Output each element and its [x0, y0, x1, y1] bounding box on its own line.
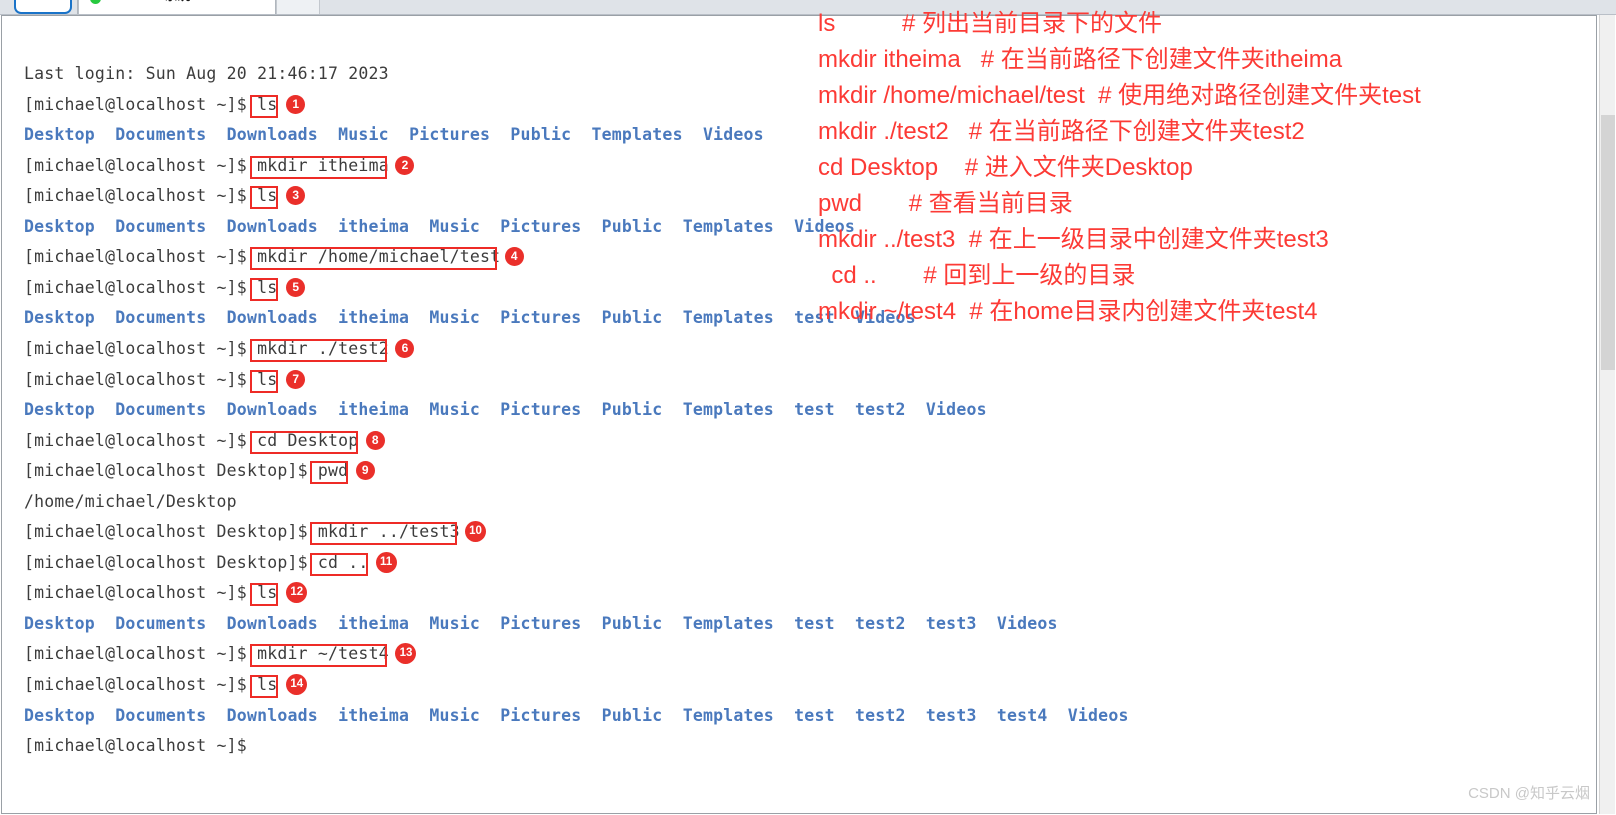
directory-listing-line: Desktop Documents Downloads itheima Musi… — [24, 705, 1129, 725]
command-line: [michael@localhost ~]$ mkdir /home/micha… — [24, 246, 500, 268]
command-line: [michael@localhost ~]$ ls — [24, 185, 277, 207]
directory-listing-line: Desktop Documents Downloads Music Pictur… — [24, 125, 764, 145]
command-line: [michael@localhost Desktop]$ pwd — [24, 460, 348, 482]
shell-prompt: [michael@localhost ~]$ — [24, 430, 258, 450]
step-badge-6: 6 — [395, 338, 415, 358]
annotation-line-8: cd .. # 回到上一级的目录 — [818, 262, 1136, 289]
annotation-line-1: ls # 列出当前目录下的文件 — [818, 10, 1163, 37]
shell-prompt: [michael@localhost ~]$ — [24, 277, 258, 297]
shell-command: pwd — [317, 461, 349, 481]
step-badge-4: 4 — [504, 247, 524, 267]
close-icon[interactable]: × — [250, 0, 257, 3]
shell-command: mkdir ../test3 — [317, 522, 460, 542]
directory-listing-line: Desktop Documents Downloads itheima Musi… — [24, 216, 855, 236]
watermark: CSDN @知乎云烟 — [1468, 785, 1590, 802]
shell-command: cd .. — [317, 552, 369, 572]
shell-command: mkdir itheima — [257, 155, 389, 175]
annotation-line-4: mkdir ./test2 # 在当前路径下创建文件夹test2 — [818, 118, 1305, 145]
shell-command: cd Desktop — [257, 430, 359, 450]
step-badge-10: 10 — [464, 521, 486, 543]
annotation-line-2: mkdir itheima # 在当前路径下创建文件夹itheima — [818, 46, 1343, 73]
directory-listing-line: Desktop Documents Downloads itheima Musi… — [24, 400, 987, 420]
sidebar-toggle-button[interactable] — [14, 0, 72, 14]
command-line: [michael@localhost Desktop]$ mkdir ../te… — [24, 521, 460, 543]
command-line: [michael@localhost ~]$ ls — [24, 277, 277, 299]
command-line: [michael@localhost ~]$ ls — [24, 369, 277, 391]
shell-command: mkdir ~/test4 — [257, 644, 389, 664]
output-line: /home/michael/Desktop — [24, 491, 237, 511]
annotation-line-6: pwd # 查看当前目录 — [818, 190, 1073, 217]
step-badge-11: 11 — [375, 551, 397, 573]
shell-prompt: [michael@localhost Desktop]$ — [24, 461, 318, 481]
command-line: [michael@localhost ~]$ ls — [24, 582, 277, 604]
shell-command: ls — [257, 675, 278, 694]
directory-listing-line: Desktop Documents Downloads itheima Musi… — [24, 613, 1058, 633]
shell-prompt: [michael@localhost ~]$ — [24, 583, 258, 603]
new-tab-button[interactable] — [276, 0, 320, 14]
shell-prompt: [michael@localhost ~]$ — [24, 338, 258, 358]
step-badge-7: 7 — [286, 369, 306, 389]
command-line: [michael@localhost Desktop]$ cd .. — [24, 552, 369, 574]
annotation-line-5: cd Desktop # 进入文件夹Desktop — [818, 154, 1193, 181]
shell-command: ls — [257, 369, 278, 389]
step-badge-13: 13 — [395, 643, 417, 665]
annotation-line-3: mkdir /home/michael/test # 使用绝对路径创建文件夹te… — [818, 82, 1421, 109]
step-badge-8: 8 — [365, 430, 385, 450]
step-badge-14: 14 — [286, 674, 308, 695]
command-line: [michael@localhost ~]$ mkdir ./test2 — [24, 338, 389, 360]
shell-prompt: [michael@localhost ~]$ — [24, 94, 258, 114]
step-badge-5: 5 — [286, 277, 306, 297]
annotation-line-9: mkdir ~/test4 # 在home目录内创建文件夹test4 — [818, 298, 1318, 325]
step-badge-1: 1 — [286, 94, 306, 114]
shell-prompt: [michael@localhost Desktop]$ — [24, 522, 318, 542]
shell-prompt: [michael@localhost ~]$ — [24, 186, 258, 206]
output-line: [michael@localhost ~]$ — [24, 736, 247, 756]
step-badge-9: 9 — [355, 461, 375, 481]
command-line: [michael@localhost ~]$ ls — [24, 674, 277, 696]
shell-prompt: [michael@localhost ~]$ — [24, 644, 258, 664]
shell-prompt: [michael@localhost ~]$ — [24, 369, 258, 389]
step-badge-2: 2 — [395, 155, 415, 175]
output-line: Last login: Sun Aug 20 21:46:17 2023 — [24, 64, 389, 83]
shell-prompt: [michael@localhost ~]$ — [24, 155, 258, 175]
shell-command: ls — [257, 583, 278, 603]
shell-command: ls — [257, 186, 278, 206]
command-line: [michael@localhost ~]$ ls — [24, 94, 277, 116]
tab-centos-session-label: 1 CentOS系统 — [106, 0, 191, 4]
shell-prompt: [michael@localhost ~]$ — [24, 247, 258, 267]
command-line: [michael@localhost ~]$ mkdir ~/test4 — [24, 643, 389, 665]
directory-listing-line: Desktop Documents Downloads itheima Musi… — [24, 308, 916, 328]
annotation-line-7: mkdir ../test3 # 在上一级目录中创建文件夹test3 — [818, 226, 1329, 253]
shell-command: mkdir /home/michael/test — [257, 247, 501, 267]
shell-command: mkdir ./test2 — [257, 338, 389, 358]
annotation-overlay: ls # 列出当前目录下的文件 mkdir itheima # 在当前路径下创建文… — [818, 6, 1608, 330]
step-badge-3: 3 — [286, 186, 306, 206]
shell-command: ls — [257, 94, 278, 114]
command-line: [michael@localhost ~]$ cd Desktop — [24, 430, 358, 452]
shell-prompt: [michael@localhost Desktop]$ — [24, 552, 318, 572]
shell-prompt: [michael@localhost ~]$ — [24, 675, 258, 694]
shell-command: ls — [257, 277, 278, 297]
command-line: [michael@localhost ~]$ mkdir itheima — [24, 155, 389, 177]
step-badge-12: 12 — [286, 582, 308, 604]
